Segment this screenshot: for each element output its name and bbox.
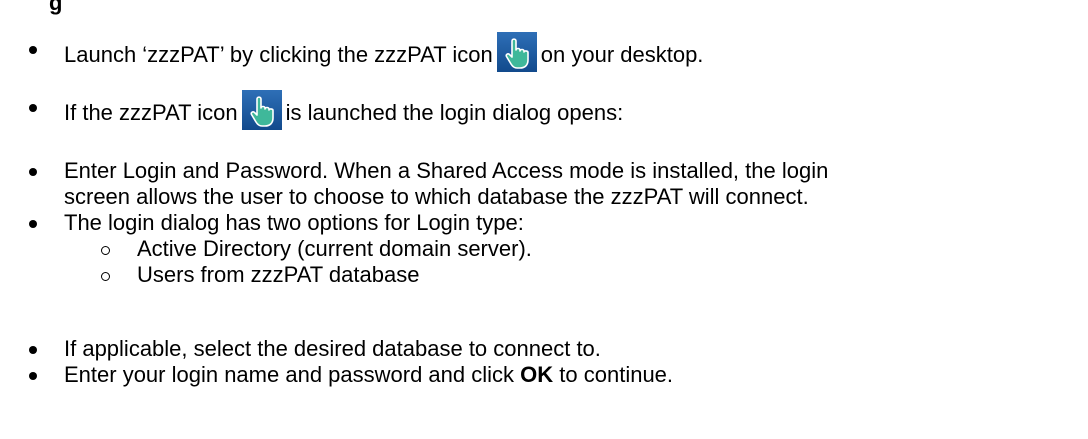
bullet-marker [29,372,37,380]
bullet-icon-launched: If the zzzPAT icon is launched the login … [64,90,624,134]
ok-label: OK [520,362,554,387]
bullet-marker [29,46,37,54]
bullet-enter-login-line2: screen allows the user to choose to whic… [64,184,809,209]
bullet-enter-login-line1: Enter Login and Password. When a Shared … [64,158,829,183]
option-zzzpat-users: Users from zzzPAT database [137,262,420,287]
zzzpat-hand-icon[interactable] [496,32,537,72]
bullet-credentials-text: Enter your login name and password and c… [64,362,515,387]
zzzpat-hand-icon[interactable] [241,90,282,130]
bullet-launch: Launch ‘zzzPAT’ by clicking the zzzPAT i… [64,32,704,76]
bullet-launch-text: Launch ‘zzzPAT’ by clicking the zzzPAT i… [64,41,493,67]
bullet-icon-text-after: is launched the login dialog opens: [285,99,624,125]
heading-fragment: g [49,0,63,15]
bullet-enter-credentials: Enter your login name and password and c… [64,362,673,388]
sub-bullet-marker [101,246,110,255]
bullet-marker [29,346,37,354]
sub-bullet-marker [101,272,110,281]
bullet-marker [29,104,37,112]
bullet-marker [29,168,37,176]
bullet-icon-text: If the zzzPAT icon [64,99,238,125]
bullet-marker [29,220,37,228]
bullet-select-database: If applicable, select the desired databa… [64,336,601,361]
bullet-launch-text-after: on your desktop. [540,41,704,67]
option-active-directory: Active Directory (current domain server)… [137,236,532,261]
bullet-credentials-text-after: to continue. [559,362,674,387]
bullet-login-type: The login dialog has two options for Log… [64,210,524,235]
